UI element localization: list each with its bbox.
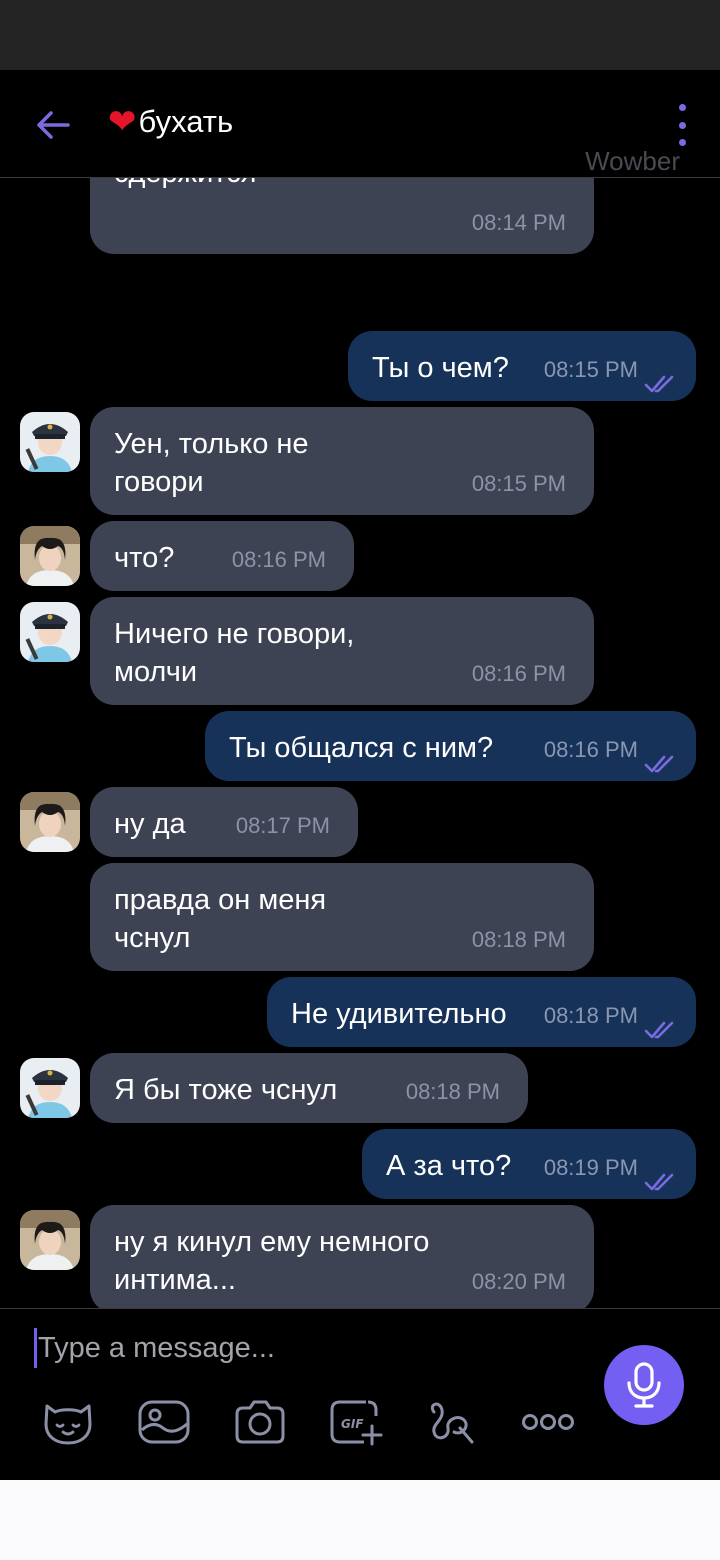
avatar-darkhair[interactable] [20, 526, 80, 586]
message-bubble[interactable]: Не удивительно 08:18 PM [267, 977, 696, 1047]
gif-icon[interactable]: GIF [328, 1397, 384, 1447]
message-text: при виде тебя он несдержится [114, 178, 384, 192]
avatar-police[interactable] [20, 412, 80, 472]
avatar-darkhair[interactable] [20, 792, 80, 852]
read-receipt-icon [644, 1165, 678, 1191]
gallery-icon[interactable] [136, 1397, 192, 1447]
read-receipt-icon [644, 367, 678, 393]
message-bubble[interactable]: А за что? 08:19 PM [362, 1129, 696, 1199]
message-text-line: молчи [114, 656, 198, 688]
message-bubble[interactable]: при виде тебя он несдержится 08:14 PM [90, 178, 594, 254]
watermark: Wowber [585, 146, 680, 176]
message-text-line: говори [114, 466, 204, 498]
message-timestamp: 08:19 PM [543, 1155, 638, 1180]
camera-icon[interactable] [232, 1397, 288, 1447]
message-list[interactable]: при виде тебя он несдержится 08:14 PM Ты о… [0, 178, 720, 1308]
message-text-line: Уен, только не [114, 428, 309, 460]
message-bubble[interactable]: ну да 08:17 PM [90, 787, 358, 857]
message-text-line: Я бы тоже чснул [114, 1074, 338, 1106]
message-text-line: А за что? [386, 1150, 512, 1182]
message-timestamp: 08:15 PM [471, 471, 566, 496]
read-receipt-icon [644, 1013, 678, 1039]
message-text: Не удивительно [291, 995, 507, 1033]
message-timestamp: 08:20 PM [471, 1269, 566, 1294]
avatar-police[interactable] [20, 602, 80, 662]
message-text: Ты общался с ним? [229, 729, 493, 767]
message-text-line: чснул [114, 922, 191, 954]
message-timestamp: 08:18 PM [543, 1003, 638, 1028]
message-text: что? [114, 539, 174, 577]
message-input[interactable]: Type a message... [34, 1327, 275, 1369]
message-timestamp: 08:15 PM [543, 357, 638, 382]
message-bubble[interactable]: Уен, только не говори 08:15 PM [90, 407, 594, 515]
message-text-line: Ты о чем? [372, 352, 509, 384]
message-text-line: Ничего не говори, [114, 618, 355, 650]
message-bubble[interactable]: что? 08:16 PM [90, 521, 354, 591]
message-timestamp: 08:18 PM [405, 1079, 500, 1104]
message-text-line: Не удивительно [291, 998, 507, 1030]
read-receipt-icon [644, 747, 678, 773]
message-timestamp: 08:16 PM [231, 547, 326, 572]
message-composer: Type a message... GIF [0, 1308, 720, 1480]
message-timestamp: 08:16 PM [543, 737, 638, 762]
message-input-placeholder: Type a message... [38, 1331, 275, 1364]
message-timestamp: 08:18 PM [471, 927, 566, 952]
message-text-line: ну я кинул ему немного [114, 1226, 430, 1258]
microphone-button[interactable] [604, 1345, 684, 1425]
back-arrow-icon[interactable] [30, 102, 76, 148]
sticker-icon[interactable] [40, 1397, 96, 1447]
message-text-line: Ты общался с ним? [229, 732, 494, 764]
status-bar [0, 0, 720, 70]
message-text-line: что? [114, 542, 175, 574]
message-timestamp: 08:14 PM [471, 210, 566, 235]
message-text: Я бы тоже чснул [114, 1071, 337, 1109]
message-text: ну да [114, 805, 186, 843]
chat-title[interactable]: ❤ бухать [108, 104, 233, 140]
message-bubble[interactable]: правда он меня чснул 08:18 PM [90, 863, 594, 971]
message-timestamp: 08:16 PM [471, 661, 566, 686]
message-timestamp: 08:17 PM [235, 813, 330, 838]
avatar-darkhair[interactable] [20, 1210, 80, 1270]
more-options-icon[interactable] [672, 104, 692, 146]
message-text: А за что? [386, 1147, 511, 1185]
heart-emoji: ❤ [108, 103, 137, 141]
more-icon[interactable] [520, 1397, 576, 1447]
chat-title-text: бухать [138, 104, 234, 139]
message-bubble[interactable]: Ты о чем? 08:15 PM [348, 331, 696, 401]
message-text: Ничего не говори, молчи [114, 615, 354, 691]
chat-header: ❤ бухать Wowber [0, 70, 720, 178]
microphone-icon [627, 1362, 661, 1408]
navigation-bar-area [0, 1480, 720, 1560]
message-text-line: сдержится [114, 178, 384, 192]
chat-screen: ❤ бухать Wowber при виде тебя он несдерж… [0, 70, 720, 1480]
message-text-line: интима... [114, 1264, 236, 1296]
message-text: Ты о чем? [372, 349, 509, 387]
message-text: правда он меня чснул [114, 881, 326, 957]
message-bubble[interactable]: Ты общался с ним? 08:16 PM [205, 711, 696, 781]
message-text: Уен, только не говори [114, 425, 309, 501]
message-bubble[interactable]: ну я кинул ему немного интима... 08:20 PM [90, 1205, 594, 1308]
doodle-icon[interactable] [424, 1397, 480, 1447]
message-bubble[interactable]: Ничего не говори, молчи 08:16 PM [90, 597, 594, 705]
avatar-police[interactable] [20, 1058, 80, 1118]
message-text: ну я кинул ему немного интима... [114, 1223, 429, 1299]
text-caret [34, 1328, 37, 1368]
message-bubble[interactable]: Я бы тоже чснул 08:18 PM [90, 1053, 528, 1123]
message-text-line: ну да [114, 808, 186, 840]
svg-text:GIF: GIF [341, 1417, 364, 1431]
message-text-line: правда он меня [114, 884, 327, 916]
